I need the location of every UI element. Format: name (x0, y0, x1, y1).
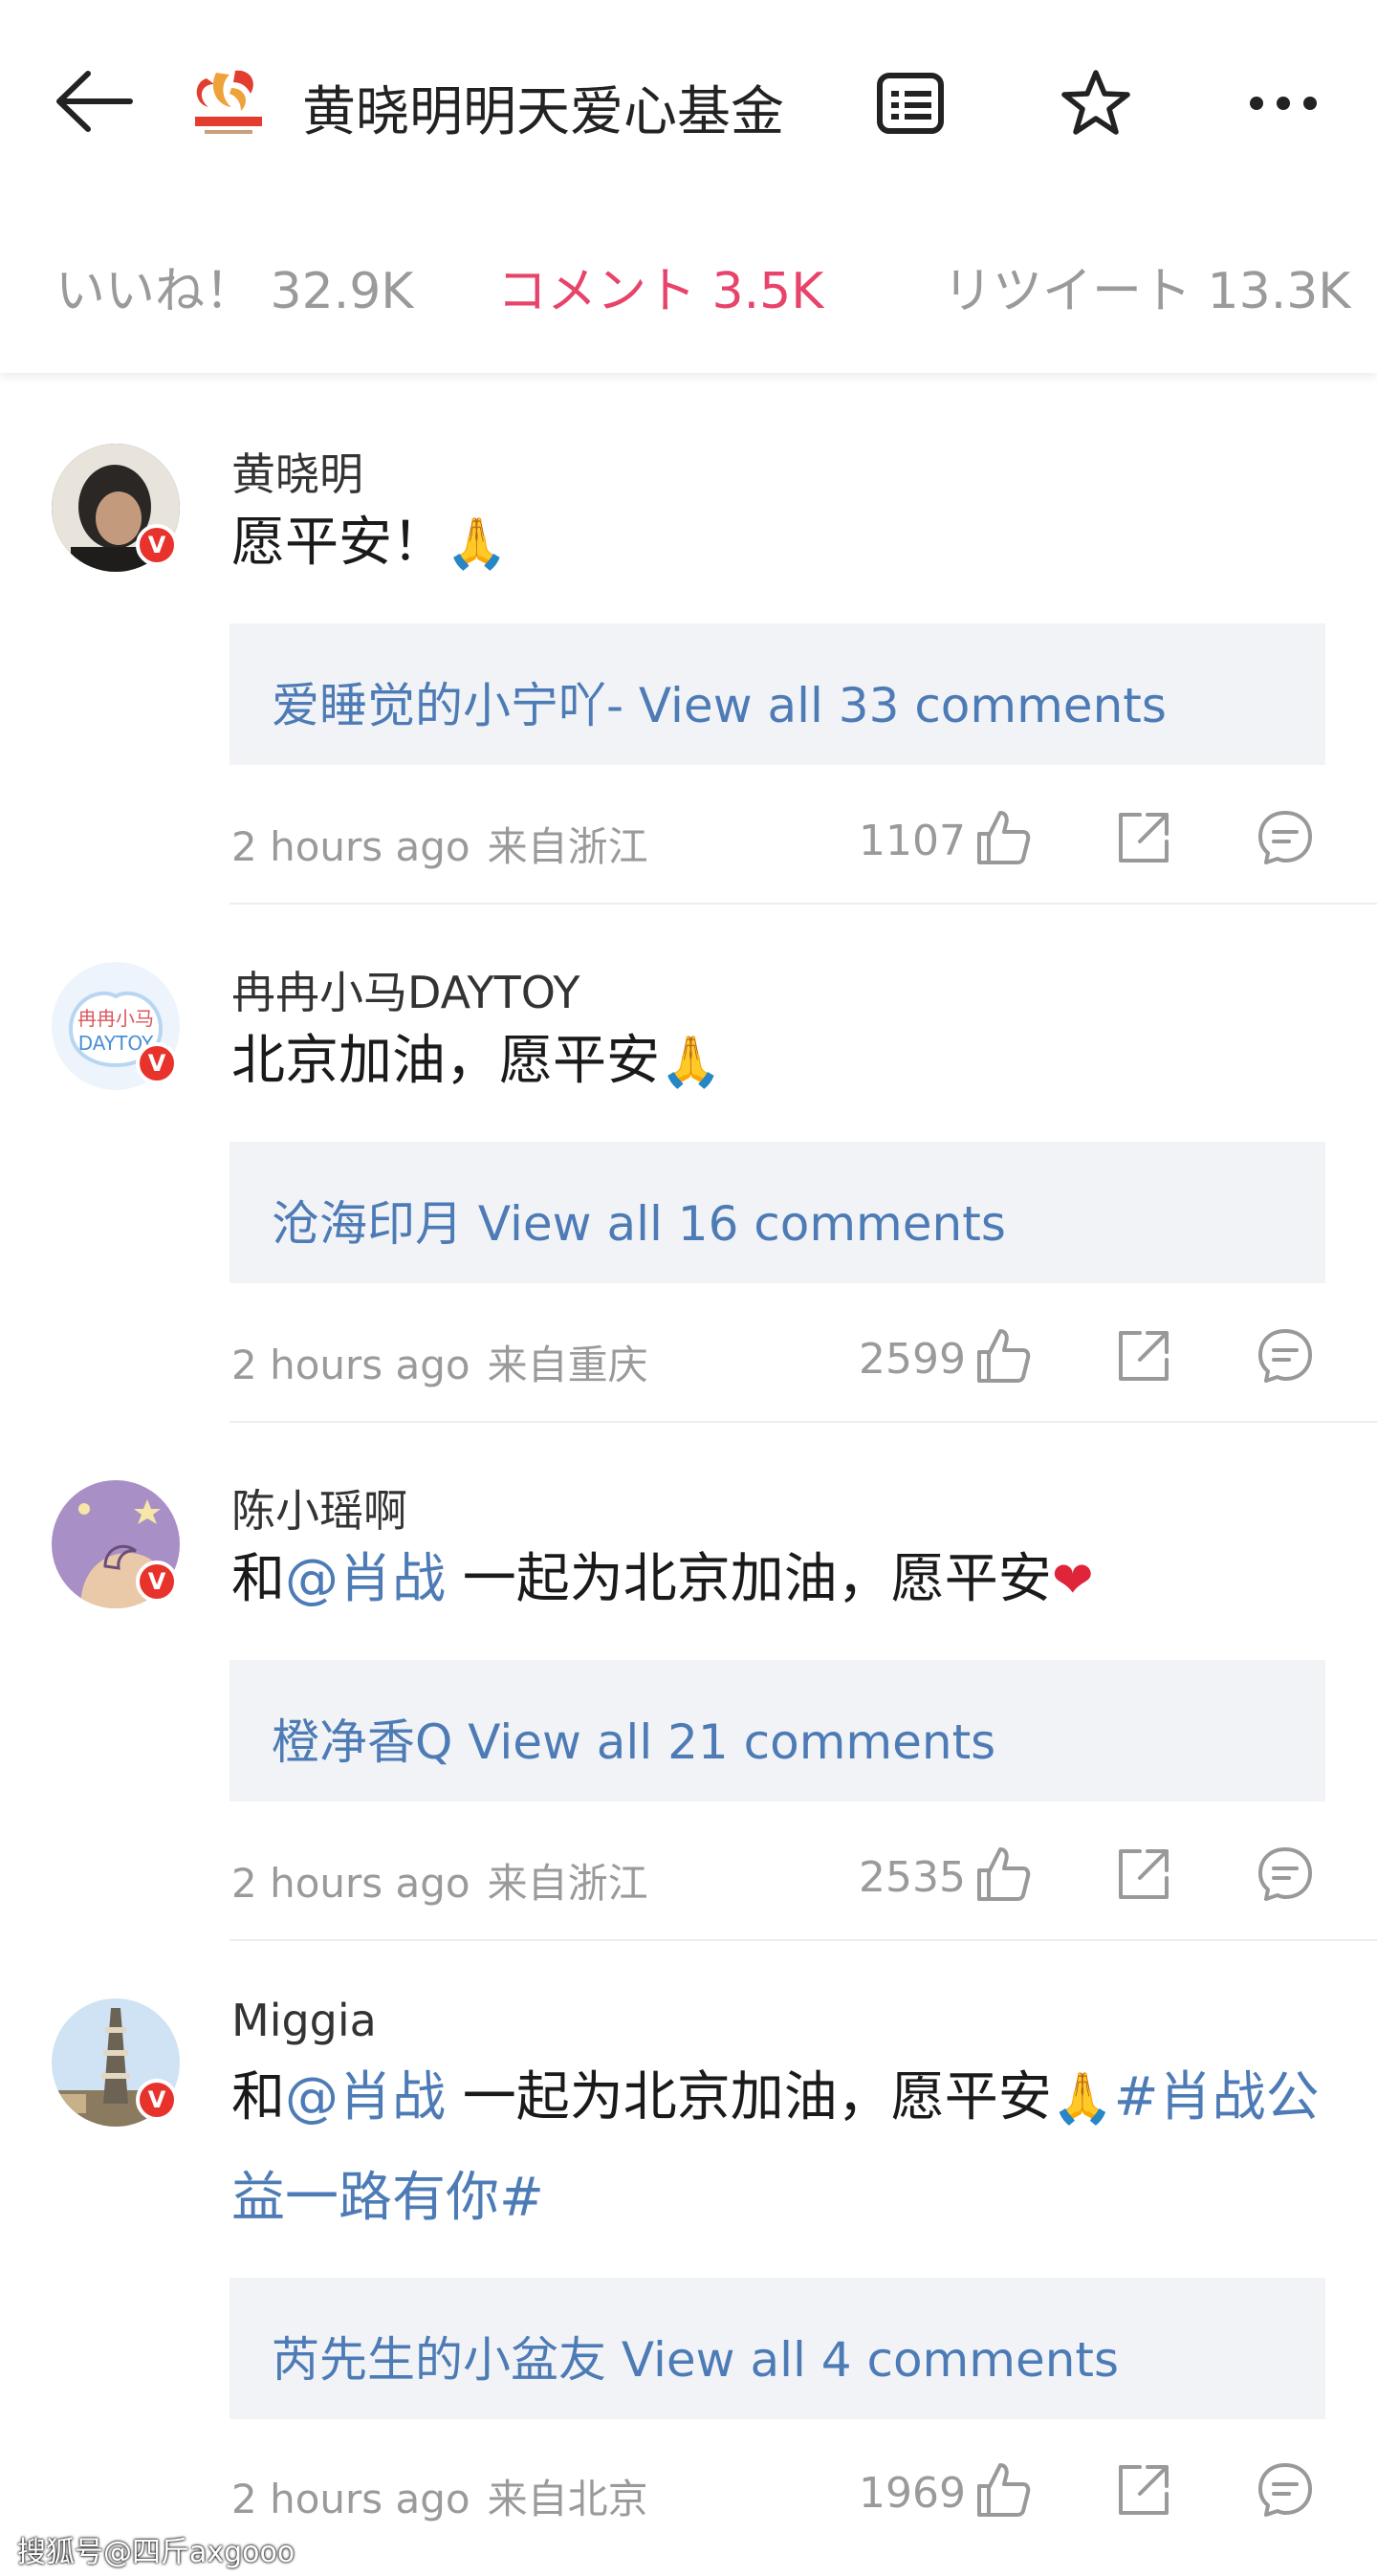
reply-preview[interactable]: 爱睡觉的小宁吖- View all 33 comments (230, 623, 1325, 765)
location: 来自浙江 (487, 823, 648, 870)
thumbs-up-icon[interactable] (972, 2459, 1033, 2521)
foundation-logo[interactable] (187, 59, 270, 142)
comment-body: 北京加油，愿平安 (231, 1030, 660, 1092)
comment-meta: 2 hours ago 来自浙江 (231, 1851, 648, 1910)
share-icon[interactable] (1113, 2459, 1174, 2521)
divider (230, 903, 1377, 905)
watermark: 搜狐号@四斤axgooo (17, 2536, 295, 2569)
pray-emoji: 🙏 (446, 515, 508, 573)
mention-link[interactable]: @肖战 (285, 1548, 446, 1610)
timestamp: 2 hours ago (231, 823, 470, 870)
comment-meta: 2 hours ago 来自浙江 (231, 815, 648, 873)
comment-text: 北京加油，愿平安🙏 (231, 1012, 1331, 1112)
verified-badge: V (136, 524, 178, 566)
comment-body: 一起为北京加油，愿平安 (446, 2066, 1052, 2128)
comment-body: 愿平安！ (231, 512, 446, 574)
location: 来自浙江 (487, 1860, 648, 1907)
like-count: 2535 (859, 1853, 966, 1902)
timestamp: 2 hours ago (231, 2476, 470, 2522)
tab-bar: いいね！ 32.9K コメント 3.5K リツイート 13.3K (0, 251, 1377, 327)
comment-prefix: 和 (231, 2066, 285, 2128)
like-count: 1969 (859, 2469, 966, 2518)
comment-text: 愿平安！🙏 (231, 493, 1331, 594)
page-title: 黄晓明明天爱心基金 (302, 81, 784, 143)
top-header: 黄晓明明天爱心基金 いいね！ 32.9K コメント 3.5K リツイート 13.… (0, 0, 1377, 373)
comment-body: 一起为北京加油，愿平安 (446, 1548, 1052, 1610)
back-arrow-icon[interactable] (54, 63, 140, 140)
reply-preview[interactable]: 芮先生的小盆友 View all 4 comments (230, 2278, 1325, 2419)
timestamp: 2 hours ago (231, 1342, 470, 1388)
star-icon[interactable] (1058, 65, 1134, 142)
reply-icon[interactable] (1255, 1325, 1316, 1386)
mention-link[interactable]: @肖战 (285, 2066, 446, 2128)
like-count: 1107 (859, 817, 966, 865)
divider (230, 1939, 1377, 1941)
list-icon[interactable] (872, 65, 949, 142)
thumbs-up-icon[interactable] (972, 1844, 1033, 1905)
like-count: 2599 (859, 1335, 966, 1384)
location: 来自重庆 (487, 1342, 648, 1388)
tab-likes[interactable]: いいね！ 32.9K (55, 251, 413, 322)
share-icon[interactable] (1113, 1844, 1174, 1905)
pray-emoji: 🙏 (1051, 2070, 1114, 2128)
divider (230, 1421, 1377, 1423)
comment-username[interactable]: Miggia (231, 1995, 377, 2046)
comment-prefix: 和 (231, 1548, 285, 1610)
reply-preview[interactable]: 橙净香Q View all 21 comments (230, 1660, 1325, 1801)
svg-text:冉冉小马: 冉冉小马 (77, 1007, 154, 1030)
thumbs-up-icon[interactable] (972, 807, 1033, 868)
heart-emoji: ❤ (1051, 1552, 1094, 1609)
reply-icon[interactable] (1255, 807, 1316, 868)
reply-icon[interactable] (1255, 2459, 1316, 2521)
share-icon[interactable] (1113, 807, 1174, 868)
more-icon[interactable] (1245, 65, 1322, 142)
location: 来自北京 (487, 2476, 648, 2522)
reply-link[interactable]: 沧海印月 View all 16 comments (272, 1186, 1006, 1255)
tab-comments[interactable]: コメント 3.5K (497, 251, 823, 322)
reply-preview[interactable]: 沧海印月 View all 16 comments (230, 1142, 1325, 1283)
comment-text: 和@肖战 一起为北京加油，愿平安❤ (231, 1530, 1331, 1630)
verified-badge: V (136, 1042, 178, 1084)
reply-icon[interactable] (1255, 1844, 1316, 1905)
reply-link[interactable]: 芮先生的小盆友 View all 4 comments (272, 2322, 1119, 2390)
thumbs-up-icon[interactable] (972, 1325, 1033, 1386)
comment-text: 和@肖战 一起为北京加油，愿平安🙏#肖战公益一路有你# (231, 2048, 1331, 2248)
tab-retweets[interactable]: リツイート 13.3K (943, 251, 1350, 322)
share-icon[interactable] (1113, 1325, 1174, 1386)
pray-emoji: 🙏 (660, 1034, 722, 1091)
reply-link[interactable]: 橙净香Q View all 21 comments (272, 1704, 995, 1773)
timestamp: 2 hours ago (231, 1860, 470, 1907)
comment-meta: 2 hours ago 来自北京 (231, 2467, 648, 2525)
reply-link[interactable]: 爱睡觉的小宁吖- View all 33 comments (272, 667, 1167, 736)
comment-meta: 2 hours ago 来自重庆 (231, 1333, 648, 1391)
verified-badge: V (136, 2079, 178, 2121)
verified-badge: V (136, 1561, 178, 1603)
